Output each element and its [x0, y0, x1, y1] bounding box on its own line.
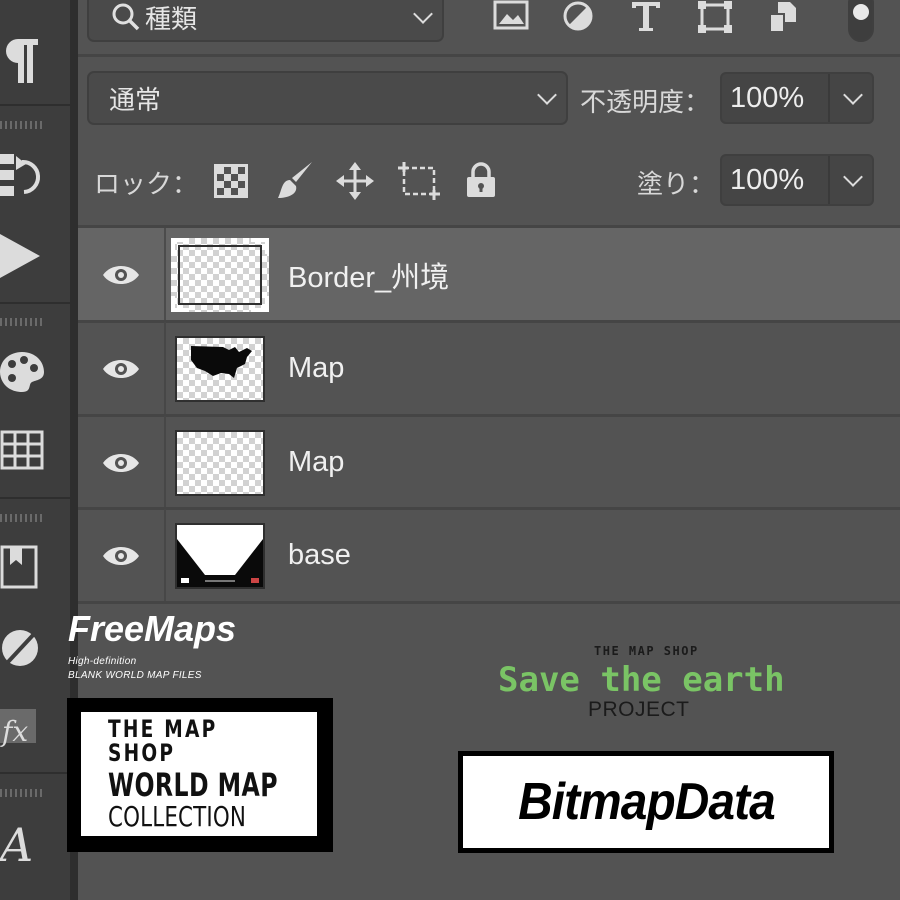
chevron-down-icon	[537, 85, 557, 105]
layer-thumbnail[interactable]	[171, 238, 269, 312]
opacity-field[interactable]: 100%	[720, 72, 874, 124]
fill-field[interactable]: 100%	[720, 154, 874, 206]
eye-icon	[103, 359, 139, 378]
tool-strip: fx A	[0, 0, 72, 900]
map-shop-line-2: WORLD MAP	[108, 766, 278, 804]
type-filter-icon[interactable]	[630, 0, 662, 36]
save-earth-project: PROJECT	[588, 698, 690, 721]
layer-row[interactable]: Map	[78, 416, 900, 509]
layer-kind-label: 種類	[145, 4, 198, 35]
layer-name[interactable]: Border_州境	[288, 228, 449, 321]
layer-name[interactable]: Map	[288, 416, 344, 509]
freemaps-subtitle: High-definition	[68, 656, 137, 667]
adjustments-icon[interactable]	[0, 622, 60, 674]
chevron-down-icon	[413, 4, 433, 24]
layer-name[interactable]: Map	[288, 322, 344, 415]
layer-row[interactable]: Border_州境	[78, 228, 900, 321]
layer-kind-filter-dropdown[interactable]: 種類	[87, 0, 444, 42]
freemaps-title: FreeMaps	[68, 608, 237, 649]
divider	[78, 601, 900, 604]
layer-row[interactable]: base	[78, 509, 900, 602]
divider	[78, 54, 900, 57]
color-swatches-icon[interactable]	[0, 344, 60, 400]
fill-label: 塗り：	[637, 170, 716, 200]
visibility-toggle[interactable]	[78, 228, 164, 321]
base-thumbnail-image	[177, 539, 263, 587]
fill-value[interactable]: 100%	[722, 156, 830, 204]
lock-all-icon[interactable]	[466, 162, 496, 202]
paragraph-icon[interactable]	[0, 32, 60, 88]
history-icon[interactable]	[0, 145, 60, 205]
layer-name[interactable]: base	[288, 509, 351, 602]
blend-mode-dropdown[interactable]: 通常	[87, 71, 568, 125]
layer-thumbnail[interactable]	[175, 523, 265, 589]
chevron-down-icon	[843, 167, 863, 187]
grid-table-icon[interactable]	[0, 425, 60, 475]
shape-filter-icon[interactable]	[697, 0, 733, 38]
smart-object-filter-icon[interactable]	[768, 0, 800, 38]
search-icon	[112, 3, 140, 31]
lock-label: ロック：	[94, 170, 199, 200]
lock-position-icon[interactable]	[336, 162, 374, 204]
divider	[164, 509, 166, 602]
bitmapdata-logo: BitmapData	[458, 751, 834, 853]
fill-dropdown-button[interactable]	[830, 156, 872, 204]
eye-icon	[103, 453, 139, 472]
image-filter-icon[interactable]	[493, 0, 529, 36]
opacity-label: 不透明度：	[580, 88, 711, 118]
adjustment-filter-icon[interactable]	[562, 0, 596, 36]
svg-text:A: A	[0, 818, 33, 867]
bitmapdata-text: BitmapData	[517, 773, 776, 831]
libraries-icon[interactable]	[0, 540, 60, 592]
actions-play-icon[interactable]	[0, 228, 60, 284]
lock-transparent-pixels-icon[interactable]	[214, 164, 248, 202]
visibility-toggle[interactable]	[78, 322, 164, 415]
lock-image-pixels-icon[interactable]	[276, 160, 316, 206]
layer-thumbnail[interactable]	[175, 430, 265, 496]
opacity-dropdown-button[interactable]	[830, 74, 872, 122]
visibility-toggle[interactable]	[78, 416, 164, 509]
layer-row[interactable]: Map	[78, 322, 900, 415]
svg-text:fx: fx	[0, 715, 28, 748]
map-shop-line-1: THE MAP SHOP	[108, 715, 218, 767]
layer-thumbnail[interactable]	[175, 336, 265, 402]
filter-toggle-switch[interactable]	[848, 0, 874, 42]
save-earth-brand: THE MAP SHOP	[594, 644, 699, 658]
eye-icon	[103, 546, 139, 565]
divider	[164, 322, 166, 415]
save-earth-title: Save the earth	[498, 660, 785, 700]
visibility-toggle[interactable]	[78, 509, 164, 602]
blend-mode-value: 通常	[109, 85, 162, 116]
opacity-value[interactable]: 100%	[722, 74, 830, 122]
chevron-down-icon	[843, 85, 863, 105]
eye-icon	[103, 265, 139, 284]
divider	[164, 416, 166, 509]
map-shop-line-3: COLLECTION	[108, 800, 247, 833]
lock-artboard-icon[interactable]	[398, 162, 440, 204]
map-shop-logo: THE MAP SHOP WORLD MAP COLLECTION	[67, 698, 333, 852]
usa-map-icon	[191, 346, 252, 378]
fx-styles-icon[interactable]: fx	[0, 700, 60, 752]
divider	[164, 228, 166, 321]
freemaps-subtitle-2: BLANK WORLD MAP FILES	[68, 670, 202, 681]
glyphs-icon[interactable]: A	[0, 814, 60, 870]
